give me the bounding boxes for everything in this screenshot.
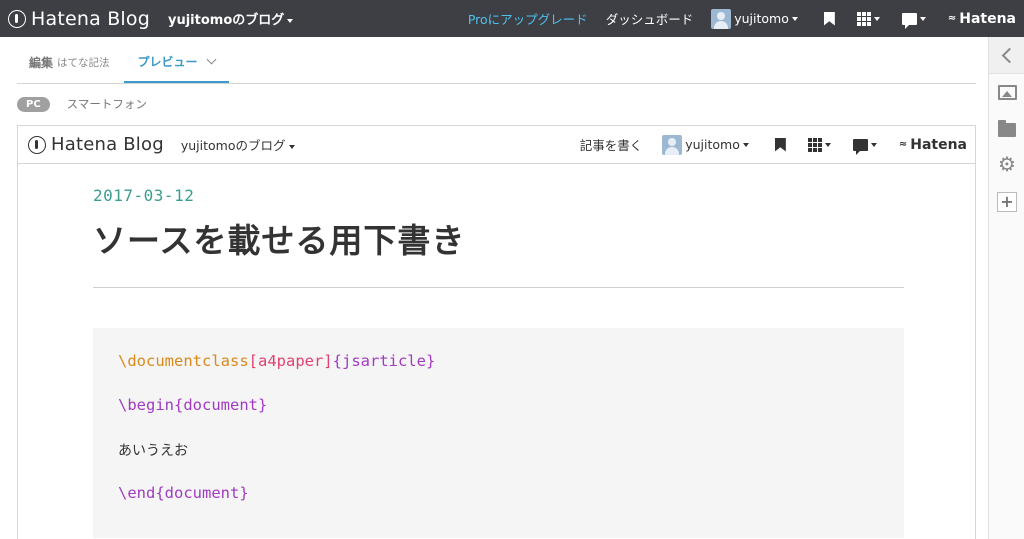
- chevron-left-icon: [1001, 47, 1017, 63]
- blog-selector[interactable]: yujitomoのブログ: [168, 9, 294, 28]
- tab-edit[interactable]: 編集 はてな記法: [17, 42, 122, 83]
- image-icon: [997, 84, 1017, 100]
- settings-button[interactable]: ⚙: [989, 146, 1024, 182]
- category-button[interactable]: [989, 110, 1024, 146]
- caret-down-icon: [873, 16, 880, 21]
- hatena-logo-icon: ≈: [898, 139, 907, 150]
- write-article-link[interactable]: 記事を書く: [580, 135, 643, 154]
- comment-icon: [852, 138, 868, 155]
- preview-logo-text: Hatena Blog: [51, 134, 164, 155]
- chevron-down-icon[interactable]: [206, 54, 216, 65]
- caret-down-icon: [824, 142, 831, 147]
- bookmark-icon: [774, 137, 786, 152]
- editor-tabs: 編集 はてな記法 プレビュー: [17, 42, 976, 84]
- collapse-button[interactable]: [989, 37, 1024, 74]
- apps-grid-icon: [856, 11, 871, 26]
- preview-apps-menu-button[interactable]: [807, 137, 831, 152]
- device-pc-button[interactable]: PC: [17, 96, 50, 112]
- global-header: Hatena Blog yujitomoのブログ Proにアップグレード ダッシ…: [0, 0, 1024, 37]
- apps-menu-button[interactable]: [856, 11, 880, 26]
- editor-side-rail: ⚙ +: [988, 37, 1024, 539]
- code-line: あいうえお: [118, 443, 188, 459]
- apps-grid-icon: [807, 137, 822, 152]
- preview-blog-selector[interactable]: yujitomoのブログ: [181, 135, 295, 154]
- preview-user-name: yujitomo: [685, 137, 740, 152]
- article-date[interactable]: 2017-03-12: [93, 186, 904, 205]
- bookmark-button[interactable]: [823, 11, 835, 26]
- code-line: \documentclass[a4paper]{jsarticle}: [118, 352, 879, 374]
- hatena-pen-icon: [28, 135, 46, 154]
- notifications-button[interactable]: [901, 12, 926, 29]
- caret-down-icon: [919, 16, 926, 21]
- code-line: \begin{document}: [118, 396, 268, 414]
- user-menu[interactable]: yujitomo: [711, 8, 798, 29]
- code-block: \documentclass[a4paper]{jsarticle} \begi…: [93, 328, 904, 538]
- hatena-blog-logo[interactable]: Hatena Blog: [0, 0, 150, 37]
- blog-name-label: yujitomoのブログ: [168, 13, 285, 28]
- pro-upgrade-link[interactable]: Proにアップグレード: [468, 9, 588, 28]
- syntax-mode-label: はてな記法: [57, 57, 110, 69]
- caret-down-icon: [288, 144, 295, 149]
- preview-blog-name: yujitomoのブログ: [180, 138, 286, 153]
- insert-image-button[interactable]: [989, 74, 1024, 110]
- code-option: [a4paper]: [248, 352, 333, 370]
- caret-down-icon: [742, 142, 749, 147]
- preview-notifications-button[interactable]: [852, 138, 877, 155]
- device-smartphone-button[interactable]: スマートフォン: [67, 96, 147, 112]
- title-divider: [93, 287, 904, 288]
- code-line: \end{document}: [118, 484, 249, 502]
- preview-frame: Hatena Blog yujitomoのブログ 記事を書く yujitomo …: [17, 125, 976, 539]
- dashboard-link[interactable]: ダッシュボード: [606, 9, 694, 28]
- hatena-logo-icon: ≈: [947, 13, 956, 24]
- bookmark-icon: [823, 11, 835, 26]
- gear-icon: ⚙: [998, 152, 1016, 176]
- preview-hatena-blog-logo[interactable]: Hatena Blog: [18, 134, 164, 155]
- hatena-brand-link[interactable]: ≈ Hatena: [948, 11, 1016, 27]
- plus-icon: +: [997, 192, 1017, 212]
- comment-icon: [901, 12, 917, 29]
- code-command: \documentclass: [118, 352, 249, 370]
- article: 2017-03-12 ソースを載せる用下書き \documentclass[a4…: [93, 186, 904, 538]
- preview-bookmark-button[interactable]: [774, 137, 786, 152]
- article-title[interactable]: ソースを載せる用下書き: [93, 214, 904, 262]
- avatar: [711, 8, 732, 29]
- tab-preview[interactable]: プレビュー: [123, 42, 229, 83]
- hatena-pen-icon: [8, 9, 26, 28]
- avatar: [662, 134, 683, 155]
- device-switch: PC スマートフォン: [17, 95, 147, 113]
- tab-edit-label: 編集: [29, 56, 54, 70]
- add-button[interactable]: +: [989, 184, 1024, 220]
- caret-down-icon: [791, 16, 798, 21]
- caret-down-icon: [287, 18, 294, 23]
- caret-down-icon: [870, 142, 877, 147]
- preview-header: Hatena Blog yujitomoのブログ 記事を書く yujitomo …: [18, 126, 975, 164]
- preview-hatena-brand-text: Hatena: [910, 136, 967, 153]
- preview-hatena-brand-link[interactable]: ≈ Hatena: [899, 137, 967, 153]
- folder-icon: [998, 119, 1016, 137]
- user-name: yujitomo: [734, 11, 789, 26]
- logo-text: Hatena Blog: [31, 7, 150, 30]
- code-argument: {jsarticle}: [332, 352, 436, 370]
- tab-preview-label: プレビュー: [137, 55, 198, 69]
- preview-user-menu[interactable]: yujitomo: [662, 134, 749, 155]
- hatena-brand-text: Hatena: [959, 10, 1016, 27]
